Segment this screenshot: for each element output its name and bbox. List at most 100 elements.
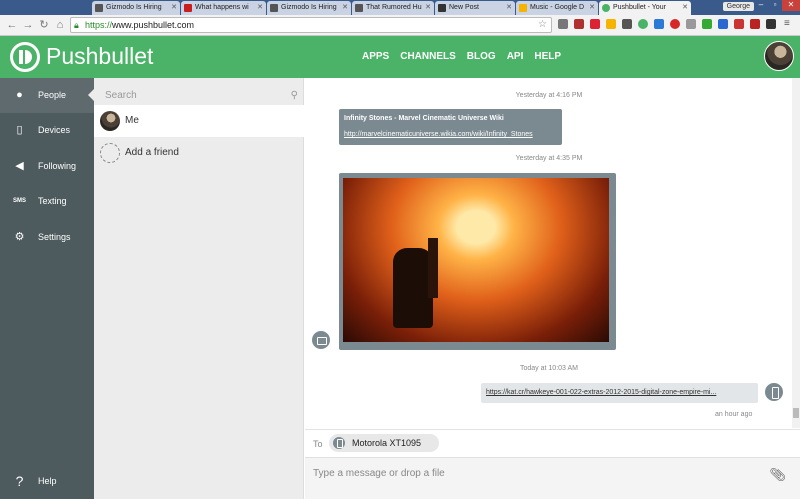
gmail-icon[interactable] [590, 19, 600, 29]
lock-icon: 🔒︎ [74, 20, 79, 30]
browser-tab-strip: Gizmodo Is Hiring ✕ What happens wi ✕ Gi… [0, 0, 800, 16]
friend-item-me[interactable]: Me [94, 105, 304, 137]
nav-api[interactable]: API [507, 51, 524, 62]
add-friend-icon [100, 143, 120, 163]
compose-box[interactable]: Type a message or drop a file 📎︎ [305, 457, 800, 499]
close-tab-icon[interactable]: ✕ [682, 3, 688, 11]
message-input[interactable]: Type a message or drop a file [313, 468, 445, 479]
menu-icon[interactable]: ≡ [784, 19, 794, 29]
search-input[interactable]: Search [105, 90, 137, 101]
s-favicon-icon [184, 4, 192, 12]
nav-help[interactable]: HELP [534, 51, 561, 62]
pushbullet-favicon-icon [602, 4, 610, 12]
browser-tab-2[interactable]: What happens wi ✕ [181, 1, 266, 15]
drive-favicon-icon [519, 4, 527, 12]
extension-icon[interactable] [686, 19, 696, 29]
reload-icon[interactable]: ↻ [37, 18, 51, 32]
message-age: an hour ago [715, 411, 753, 418]
app-header: Pushbullet APPS CHANNELS BLOG API HELP [0, 36, 800, 78]
maximize-icon[interactable]: ▫ [768, 0, 782, 11]
home-icon[interactable]: ⌂ [53, 18, 67, 32]
browser-tab-6[interactable]: Music - Google D ✕ [516, 1, 598, 15]
address-bar[interactable]: 🔒︎ https://www.pushbullet.com ☆ [70, 17, 552, 33]
drive-icon[interactable] [606, 19, 616, 29]
question-mark-icon: ? [15, 473, 24, 489]
browser-tab-1[interactable]: Gizmodo Is Hiring ✕ [92, 1, 180, 15]
message-timestamp: Today at 10:03 AM [520, 365, 578, 372]
gizmodo-favicon-icon [95, 4, 103, 12]
message-image[interactable] [343, 178, 609, 342]
pinterest-icon[interactable] [670, 19, 680, 29]
link-title: Infinity Stones - Marvel Cinematic Unive… [344, 115, 504, 122]
computer-icon [310, 329, 332, 351]
sidebar-item-devices[interactable]: ▯ Devices [0, 113, 94, 148]
gmail-extension-icon[interactable] [574, 19, 584, 29]
sidebar-item-texting[interactable]: SMS Texting [0, 184, 94, 219]
phone-icon [333, 437, 345, 449]
link-url[interactable]: http://marvelcinematicuniverse.wikia.com… [344, 131, 533, 138]
ublock-icon[interactable] [750, 19, 760, 29]
close-tab-icon[interactable]: ✕ [425, 3, 431, 11]
close-tab-icon[interactable]: ✕ [506, 3, 512, 11]
to-label: To [313, 439, 323, 449]
device-selector[interactable]: Motorola XT1095 [329, 434, 439, 452]
user-avatar[interactable] [764, 41, 794, 71]
browser-tab-active[interactable]: Pushbullet - Your ✕ [599, 1, 691, 16]
close-tab-icon[interactable]: ✕ [342, 3, 348, 11]
message-timestamp: Yesterday at 4:16 PM [515, 92, 583, 99]
paperclip-icon[interactable]: 📎︎ [769, 467, 786, 483]
phone-icon: ▯ [16, 124, 23, 136]
gizmodo-favicon-icon [355, 4, 363, 12]
browser-tab-5[interactable]: New Post ✕ [435, 1, 515, 15]
outgoing-link-message[interactable]: https://kat.cr/hawkeye-001-022-extras-20… [481, 383, 758, 403]
extension-icon[interactable] [718, 19, 728, 29]
link-message[interactable]: Infinity Stones - Marvel Cinematic Unive… [339, 109, 562, 145]
gear-icon: ⚙ [14, 231, 25, 243]
profile-chip[interactable]: George [722, 2, 754, 11]
minimize-icon[interactable]: – [754, 0, 768, 11]
pushbullet-extension-icon[interactable] [638, 19, 648, 29]
sidebar-item-following[interactable]: ◀ Following [0, 149, 94, 184]
bookmark-star-icon[interactable]: ☆ [538, 18, 547, 32]
friends-panel: Search ⚲ Me Add a friend [94, 78, 304, 499]
friend-search[interactable]: Search ⚲ [94, 78, 304, 106]
pushbullet-logo-icon[interactable] [10, 42, 40, 72]
recipient-row: To Motorola XT1095 [305, 429, 800, 457]
sidebar-item-people[interactable]: ● People [0, 78, 94, 113]
blog-favicon-icon [438, 4, 446, 12]
top-nav: APPS CHANNELS BLOG API HELP [362, 51, 561, 62]
close-tab-icon[interactable]: ✕ [171, 3, 177, 11]
sms-icon: SMS [13, 198, 27, 204]
close-tab-icon[interactable]: ✕ [589, 3, 595, 11]
chat-scrollbar[interactable] [792, 78, 800, 428]
pocket-icon[interactable] [622, 19, 632, 29]
extension-icon[interactable] [654, 19, 664, 29]
cast-icon[interactable] [558, 19, 568, 29]
message-timestamp: Yesterday at 4:35 PM [515, 155, 583, 162]
browser-tab-3[interactable]: Gizmodo Is Hiring ✕ [267, 1, 351, 15]
image-message[interactable] [339, 173, 616, 350]
sidebar-item-settings[interactable]: ⚙ Settings [0, 220, 94, 255]
avatar [100, 111, 120, 131]
extension-icon[interactable] [702, 19, 712, 29]
forward-arrow-icon[interactable]: → [21, 18, 35, 32]
gizmodo-favicon-icon [270, 4, 278, 12]
browser-tab-4[interactable]: That Rumored Hu ✕ [352, 1, 434, 15]
brand-name[interactable]: Pushbullet [46, 43, 153, 70]
nav-apps[interactable]: APPS [362, 51, 389, 62]
plus-extension-icon[interactable] [734, 19, 744, 29]
back-arrow-icon[interactable]: ← [5, 18, 19, 32]
sidebar: ● People ▯ Devices ◀ Following SMS Texti… [0, 78, 94, 499]
window-controls: – ▫ ✕ [754, 0, 800, 12]
chat-bubble-icon: ● [16, 89, 23, 101]
add-friend-button[interactable]: Add a friend [94, 137, 304, 169]
scrollbar-thumb[interactable] [793, 408, 799, 418]
megaphone-icon: ◀ [15, 160, 24, 172]
extension-icon[interactable] [766, 19, 776, 29]
nav-blog[interactable]: BLOG [467, 51, 496, 62]
nav-channels[interactable]: CHANNELS [400, 51, 456, 62]
sidebar-item-help[interactable]: ? Help [0, 464, 94, 499]
close-window-icon[interactable]: ✕ [782, 0, 800, 11]
close-tab-icon[interactable]: ✕ [257, 3, 263, 11]
browser-toolbar: ← → ↻ ⌂ 🔒︎ https://www.pushbullet.com ☆ [0, 15, 800, 36]
